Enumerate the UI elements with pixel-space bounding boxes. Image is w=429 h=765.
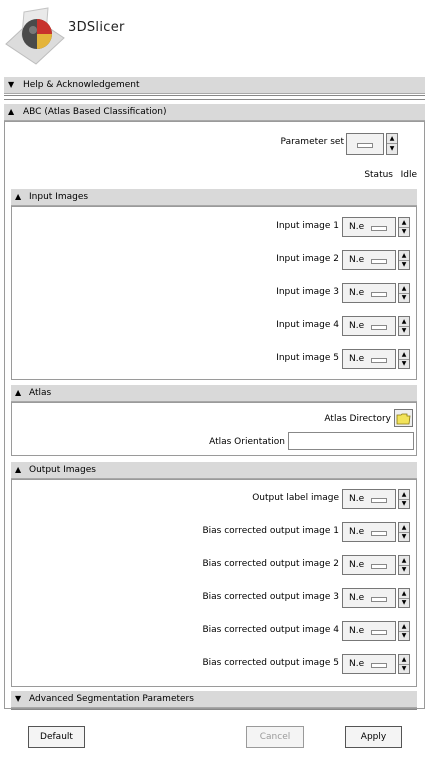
output-label-image-spinner[interactable]: ▲ ▼ [398, 489, 410, 509]
input-image-2-spinner[interactable]: ▲ ▼ [398, 250, 410, 270]
bias-output-2-label: Bias corrected output image 2 [202, 559, 339, 569]
arrow-down-icon[interactable]: ▼ [399, 664, 409, 673]
arrow-down-icon[interactable]: ▼ [399, 359, 409, 368]
output-label-image-label: Output label image [252, 493, 339, 503]
app-header: 3DSlicer [0, 0, 429, 72]
bias-output-1-spinner[interactable]: ▲ ▼ [398, 522, 410, 542]
bias-output-3-menu[interactable]: N.e [342, 588, 396, 608]
section-divider [4, 95, 425, 100]
input-image-1-spinner[interactable]: ▲ ▼ [398, 217, 410, 237]
default-button[interactable]: Default [28, 726, 85, 748]
triangle-up-icon: ▲ [15, 465, 22, 474]
input-image-3-spinner[interactable]: ▲ ▼ [398, 283, 410, 303]
triangle-up-icon: ▲ [8, 107, 15, 116]
section-help-header[interactable]: ▼ Help & Acknowledgement [4, 77, 425, 94]
parameter-set-label: Parameter set [280, 137, 344, 147]
folder-icon [396, 413, 411, 425]
bias-output-4-menu[interactable]: N.e [342, 621, 396, 641]
triangle-up-icon: ▲ [15, 388, 22, 397]
input-image-1-label: Input image 1 [276, 221, 339, 231]
section-module-label: ABC (Atlas Based Classification) [23, 107, 167, 117]
section-advanced-label: Advanced Segmentation Parameters [29, 694, 194, 704]
bias-output-3-spinner[interactable]: ▲ ▼ [398, 588, 410, 608]
atlas-directory-button[interactable] [394, 409, 413, 427]
cancel-button[interactable]: Cancel [246, 726, 304, 748]
bias-output-2-menu[interactable]: N.e [342, 555, 396, 575]
section-help-label: Help & Acknowledgement [23, 80, 140, 90]
arrow-down-icon[interactable]: ▼ [399, 499, 409, 508]
arrow-down-icon[interactable]: ▼ [399, 326, 409, 335]
parameter-set-spinner[interactable]: ▲ ▼ [386, 133, 398, 155]
section-output-images-label: Output Images [29, 465, 96, 475]
input-image-2-label: Input image 2 [276, 254, 339, 264]
input-image-5-label: Input image 5 [276, 353, 339, 363]
app-title: 3DSlicer [68, 20, 125, 35]
bias-output-5-spinner[interactable]: ▲ ▼ [398, 654, 410, 674]
slicer-logo-icon [5, 7, 65, 65]
arrow-down-icon[interactable]: ▼ [399, 260, 409, 269]
arrow-down-icon[interactable]: ▼ [399, 227, 409, 236]
arrow-down-icon[interactable]: ▼ [399, 631, 409, 640]
arrow-down-icon[interactable]: ▼ [399, 598, 409, 607]
arrow-down-icon[interactable]: ▼ [387, 144, 397, 153]
arrow-up-icon[interactable]: ▲ [387, 134, 397, 144]
section-input-images-header[interactable]: ▲ Input Images [11, 189, 417, 206]
atlas-orientation-label: Atlas Orientation [209, 437, 285, 447]
input-image-5-menu[interactable]: N.e [342, 349, 396, 369]
atlas-directory-label: Atlas Directory [324, 414, 391, 424]
section-output-images-header[interactable]: ▲ Output Images [11, 462, 417, 479]
bias-output-5-label: Bias corrected output image 5 [202, 658, 339, 668]
section-atlas-header[interactable]: ▲ Atlas [11, 385, 417, 402]
bias-output-3-label: Bias corrected output image 3 [202, 592, 339, 602]
bias-output-1-menu[interactable]: N.e [342, 522, 396, 542]
section-atlas-label: Atlas [29, 388, 52, 398]
arrow-down-icon[interactable]: ▼ [399, 565, 409, 574]
status-label: Status [364, 170, 393, 180]
triangle-up-icon: ▲ [15, 192, 22, 201]
apply-button[interactable]: Apply [345, 726, 402, 748]
input-image-3-menu[interactable]: N.e [342, 283, 396, 303]
input-image-1-menu[interactable]: N.e [342, 217, 396, 237]
bias-output-5-menu[interactable]: N.e [342, 654, 396, 674]
arrow-down-icon[interactable]: ▼ [399, 293, 409, 302]
triangle-down-icon: ▼ [8, 80, 15, 89]
arrow-down-icon[interactable]: ▼ [399, 532, 409, 541]
input-image-5-spinner[interactable]: ▲ ▼ [398, 349, 410, 369]
input-image-4-spinner[interactable]: ▲ ▼ [398, 316, 410, 336]
section-input-images-label: Input Images [29, 192, 89, 202]
triangle-down-icon: ▼ [15, 694, 22, 703]
output-label-image-menu[interactable]: N.e [342, 489, 396, 509]
input-image-2-menu[interactable]: N.e [342, 250, 396, 270]
bias-output-4-spinner[interactable]: ▲ ▼ [398, 621, 410, 641]
bias-output-2-spinner[interactable]: ▲ ▼ [398, 555, 410, 575]
section-advanced-header[interactable]: ▼ Advanced Segmentation Parameters [11, 691, 417, 708]
advanced-divider [11, 709, 417, 712]
status-value: Idle [400, 170, 417, 180]
bias-output-4-label: Bias corrected output image 4 [202, 625, 339, 635]
parameter-set-menu[interactable] [346, 133, 384, 155]
bias-output-1-label: Bias corrected output image 1 [202, 526, 339, 536]
atlas-orientation-field[interactable] [288, 432, 414, 450]
input-image-3-label: Input image 3 [276, 287, 339, 297]
input-image-4-label: Input image 4 [276, 320, 339, 330]
input-image-4-menu[interactable]: N.e [342, 316, 396, 336]
section-module-header[interactable]: ▲ ABC (Atlas Based Classification) [4, 104, 425, 121]
